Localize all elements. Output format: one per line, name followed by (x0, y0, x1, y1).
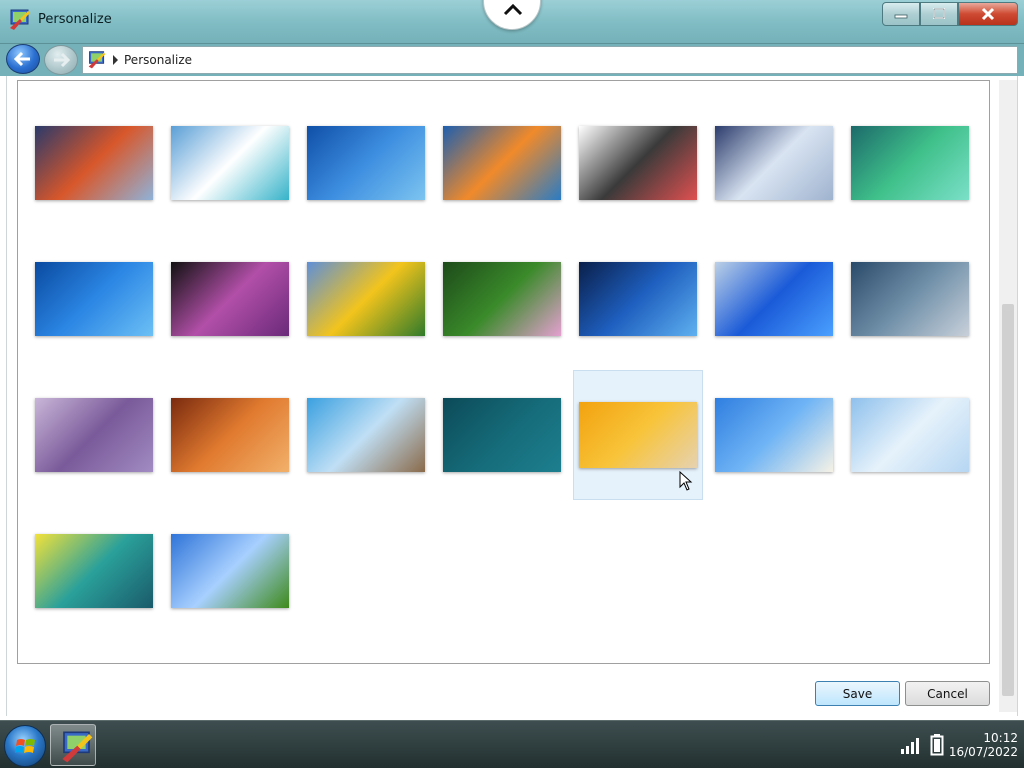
wallpaper-thumbnail[interactable] (715, 398, 833, 472)
wallpaper-thumbnail[interactable] (307, 262, 425, 336)
vertical-scrollbar[interactable] (999, 80, 1017, 712)
maximize-button[interactable] (920, 2, 958, 26)
wallpaper-thumbnail[interactable] (443, 262, 561, 336)
navigation-bar: Personalize (0, 44, 1024, 76)
taskbar-personalize-app[interactable] (50, 724, 96, 766)
arrow-left-icon (14, 51, 30, 67)
close-icon (981, 7, 995, 21)
window-controls (882, 2, 1018, 26)
wallpaper-thumbnail[interactable] (715, 126, 833, 200)
scrollbar-thumb[interactable] (1002, 304, 1014, 696)
wallpaper-thumbnail[interactable] (443, 398, 561, 472)
wallpaper-thumbnail[interactable] (171, 126, 289, 200)
wallpaper-thumbnail[interactable] (307, 126, 425, 200)
clock-date: 16/07/2022 (948, 745, 1018, 759)
personalize-app-icon (10, 9, 30, 30)
wallpaper-thumbnail[interactable] (35, 398, 153, 472)
wallpaper-thumbnail[interactable] (35, 534, 153, 608)
cancel-button[interactable]: Cancel (905, 681, 990, 706)
start-button[interactable] (4, 725, 46, 767)
window-title: Personalize (38, 12, 112, 27)
close-button[interactable] (958, 2, 1018, 26)
back-button[interactable] (6, 44, 40, 74)
arrow-right-icon (54, 52, 70, 68)
clock-time: 10:12 (983, 731, 1018, 745)
taskbar: 10:12 16/07/2022 (0, 720, 1024, 768)
wallpaper-thumbnail[interactable] (35, 262, 153, 336)
wallpaper-thumbnail[interactable] (579, 402, 697, 468)
wallpaper-thumbnail[interactable] (443, 126, 561, 200)
breadcrumb-arrow-icon (113, 55, 118, 65)
signal-icon[interactable] (900, 735, 922, 755)
wallpaper-thumbnail[interactable] (171, 534, 289, 608)
forward-button[interactable] (44, 45, 78, 75)
personalize-app-icon (62, 731, 93, 763)
minimize-icon (894, 14, 908, 19)
minimize-button[interactable] (882, 2, 920, 26)
wallpaper-thumbnail[interactable] (171, 398, 289, 472)
system-clock[interactable]: 10:12 16/07/2022 (938, 731, 1018, 759)
windows-logo-icon (15, 739, 35, 753)
personalize-app-icon (88, 51, 106, 69)
wallpaper-thumbnail[interactable] (579, 126, 697, 200)
chevron-up-icon (503, 3, 523, 16)
wallpaper-thumbnail[interactable] (171, 262, 289, 336)
wallpaper-thumbnail[interactable] (35, 126, 153, 200)
wallpaper-thumbnail[interactable] (715, 262, 833, 336)
wallpaper-thumbnail[interactable] (851, 398, 969, 472)
mouse-cursor-icon (679, 471, 693, 491)
maximize-icon (933, 8, 945, 19)
wallpaper-thumbnail[interactable] (579, 262, 697, 336)
wallpaper-thumbnail[interactable] (851, 126, 969, 200)
wallpaper-thumbnail[interactable] (851, 262, 969, 336)
address-bar[interactable]: Personalize (82, 46, 1018, 74)
save-button[interactable]: Save (815, 681, 900, 706)
breadcrumb[interactable]: Personalize (124, 53, 192, 67)
wallpaper-thumbnail[interactable] (307, 398, 425, 472)
